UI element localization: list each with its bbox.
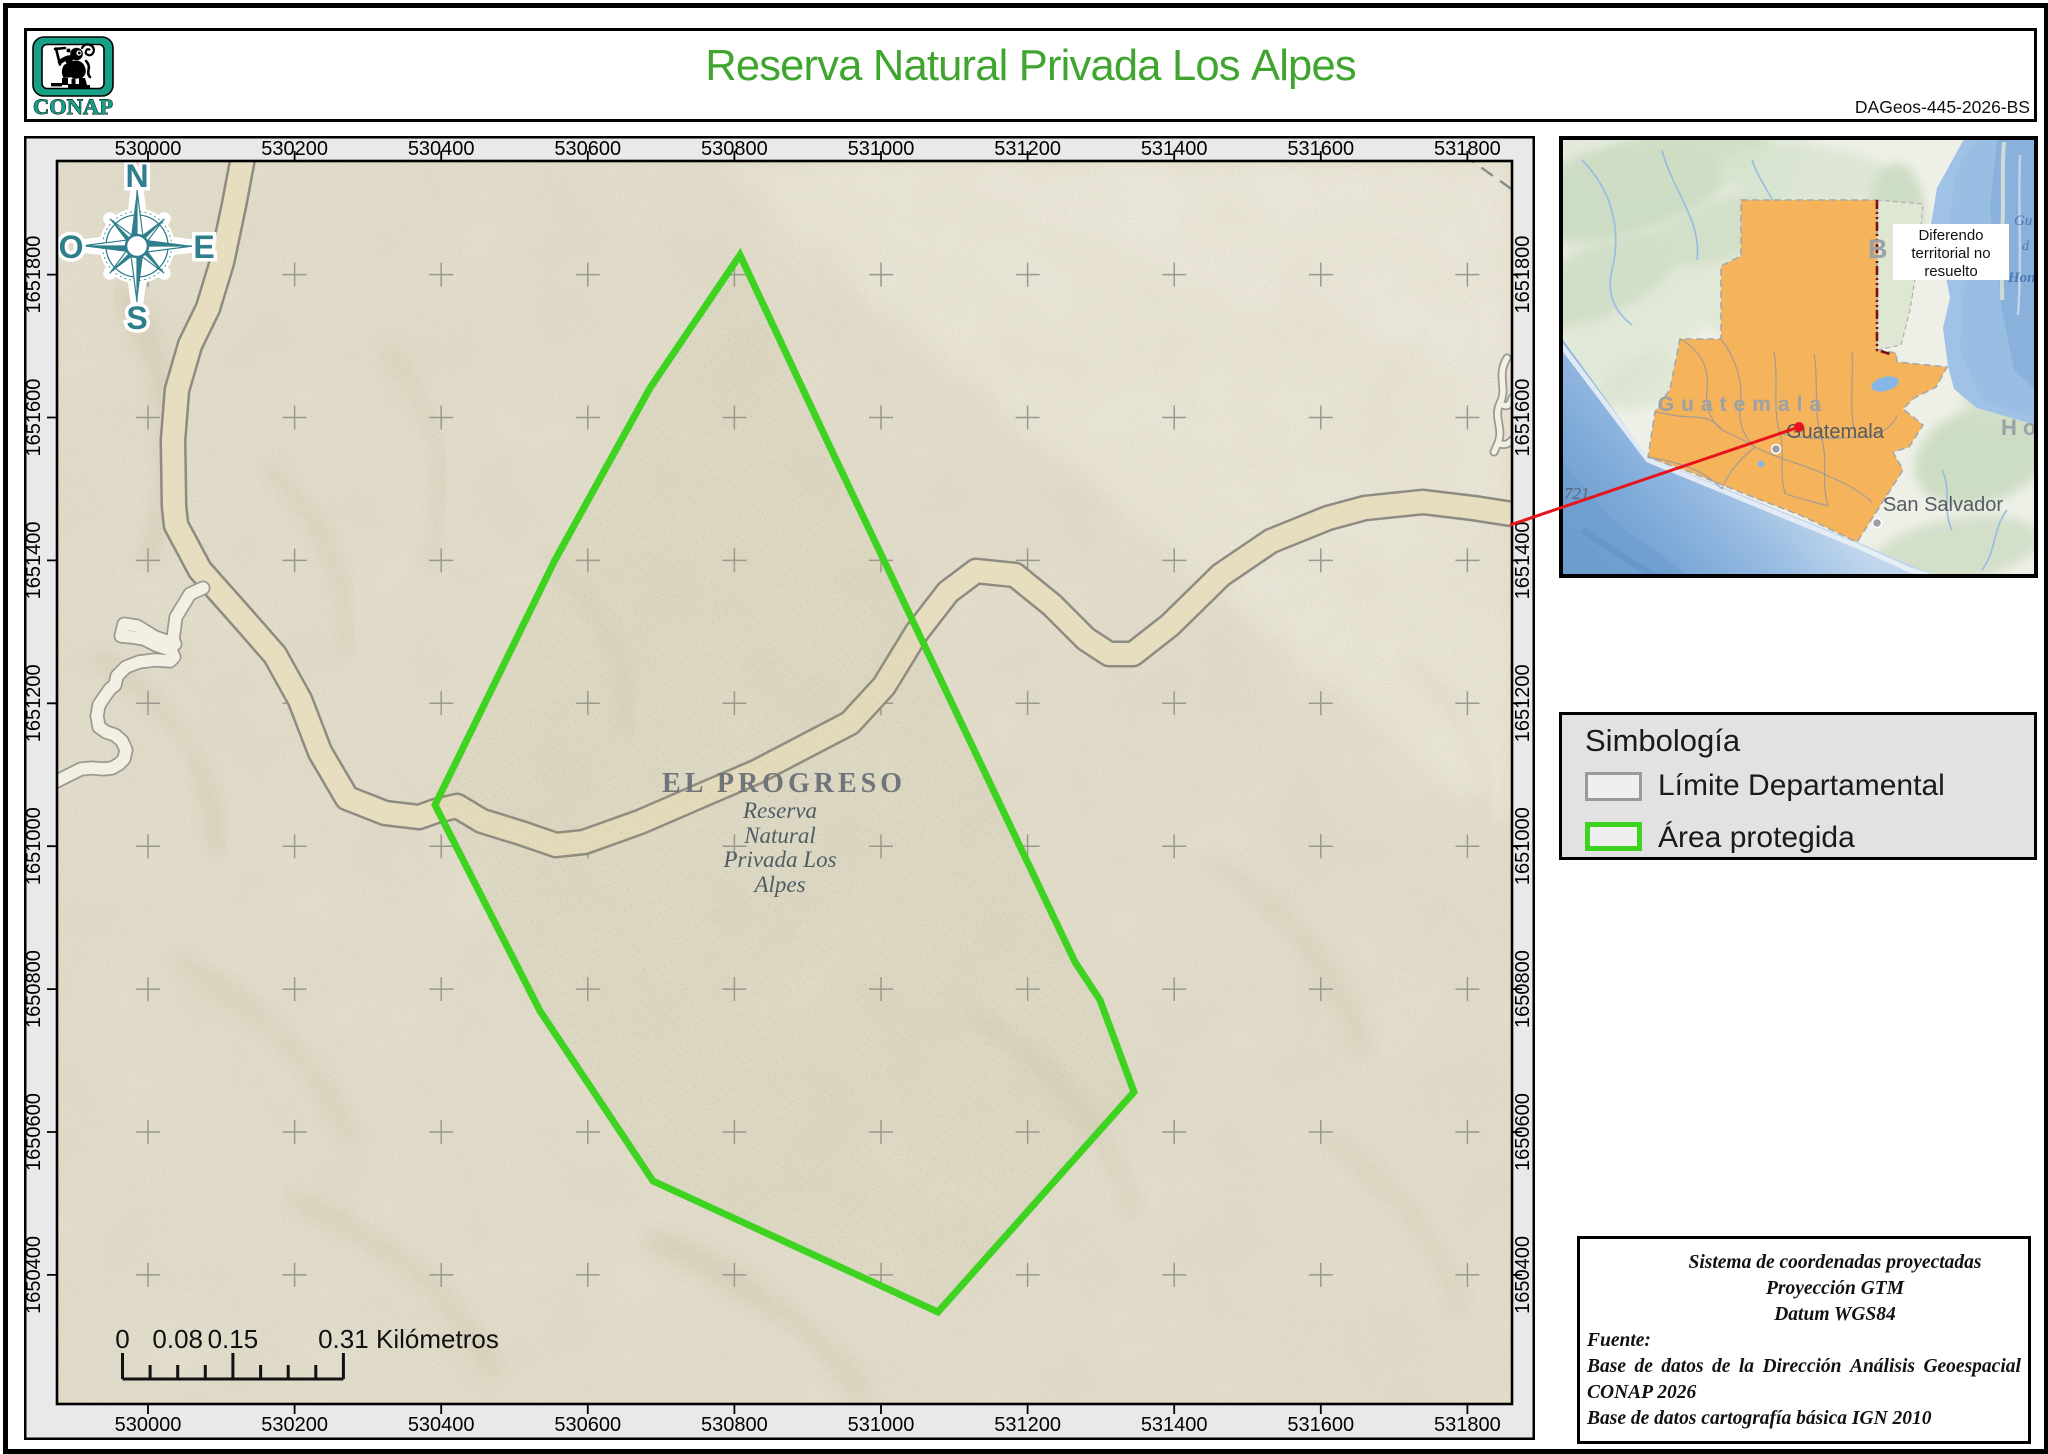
svg-text:0.15: 0.15	[208, 1324, 259, 1354]
svg-text:Hond: Hond	[2007, 270, 2044, 286]
svg-text:1651600: 1651600	[24, 379, 45, 457]
svg-text:Alpes: Alpes	[752, 872, 805, 897]
svg-text:530800: 530800	[701, 1414, 768, 1436]
svg-text:d: d	[2022, 239, 2030, 254]
svg-text:1650400: 1650400	[24, 1236, 45, 1314]
svg-text:531200: 531200	[994, 1414, 1061, 1436]
svg-text:CONAP: CONAP	[33, 94, 113, 119]
svg-text:Guatemala: Guatemala	[1786, 421, 1885, 443]
svg-text:1651200: 1651200	[24, 664, 45, 742]
svg-text:Diferendo: Diferendo	[1918, 227, 1983, 244]
svg-text:0.08: 0.08	[152, 1324, 203, 1354]
svg-text:721: 721	[1564, 484, 1590, 503]
svg-text:S: S	[126, 300, 147, 336]
svg-text:Kilómetros: Kilómetros	[376, 1324, 499, 1354]
svg-text:1651200: 1651200	[1512, 664, 1534, 742]
svg-text:0: 0	[115, 1324, 129, 1354]
svg-text:530400: 530400	[408, 138, 475, 160]
svg-text:1651400: 1651400	[24, 521, 45, 599]
svg-text:531600: 531600	[1287, 138, 1354, 160]
svg-text:1650600: 1650600	[24, 1093, 45, 1171]
svg-text:Guatemala: Guatemala	[1658, 393, 1828, 416]
svg-text:territorial no: territorial no	[1911, 245, 1990, 262]
svg-text:1650800: 1650800	[1512, 950, 1534, 1028]
svg-text:531200: 531200	[994, 138, 1061, 160]
svg-text:Gu: Gu	[2014, 213, 2032, 229]
svg-text:1651800: 1651800	[1512, 236, 1534, 314]
svg-text:531000: 531000	[848, 1414, 915, 1436]
svg-text:1651000: 1651000	[1512, 807, 1534, 885]
svg-text:530600: 530600	[554, 138, 621, 160]
svg-text:531400: 531400	[1141, 1414, 1208, 1436]
svg-text:1650400: 1650400	[1512, 1236, 1534, 1314]
svg-text:1651600: 1651600	[1512, 379, 1534, 457]
svg-text:B: B	[1868, 234, 1893, 264]
svg-text:530000: 530000	[115, 138, 182, 160]
svg-text:531800: 531800	[1434, 138, 1501, 160]
svg-text:1650800: 1650800	[24, 950, 45, 1028]
svg-text:530200: 530200	[261, 138, 328, 160]
svg-text:1650600: 1650600	[1512, 1093, 1534, 1171]
svg-text:530200: 530200	[261, 1414, 328, 1436]
svg-text:530400: 530400	[408, 1414, 475, 1436]
svg-text:N: N	[125, 158, 148, 194]
svg-text:O: O	[59, 229, 84, 265]
svg-text:1651400: 1651400	[1512, 521, 1534, 599]
svg-text:530000: 530000	[115, 1414, 182, 1436]
svg-text:Reserva: Reserva	[742, 798, 817, 823]
svg-text:531600: 531600	[1287, 1414, 1354, 1436]
svg-text:Privada Los: Privada Los	[722, 847, 836, 872]
svg-text:531400: 531400	[1141, 138, 1208, 160]
svg-text:1651000: 1651000	[24, 807, 45, 885]
svg-text:San Salvador: San Salvador	[1883, 494, 2003, 516]
svg-text:EL PROGRESO: EL PROGRESO	[662, 768, 906, 799]
svg-text:531000: 531000	[848, 138, 915, 160]
svg-text:resuelto: resuelto	[1924, 263, 1977, 280]
svg-text:1651800: 1651800	[24, 236, 45, 314]
svg-text:530600: 530600	[554, 1414, 621, 1436]
svg-text:530800: 530800	[701, 138, 768, 160]
svg-text:Natural: Natural	[743, 823, 816, 848]
svg-text:0.31: 0.31	[318, 1324, 369, 1354]
svg-text:E: E	[193, 229, 214, 265]
svg-text:531800: 531800	[1434, 1414, 1501, 1436]
